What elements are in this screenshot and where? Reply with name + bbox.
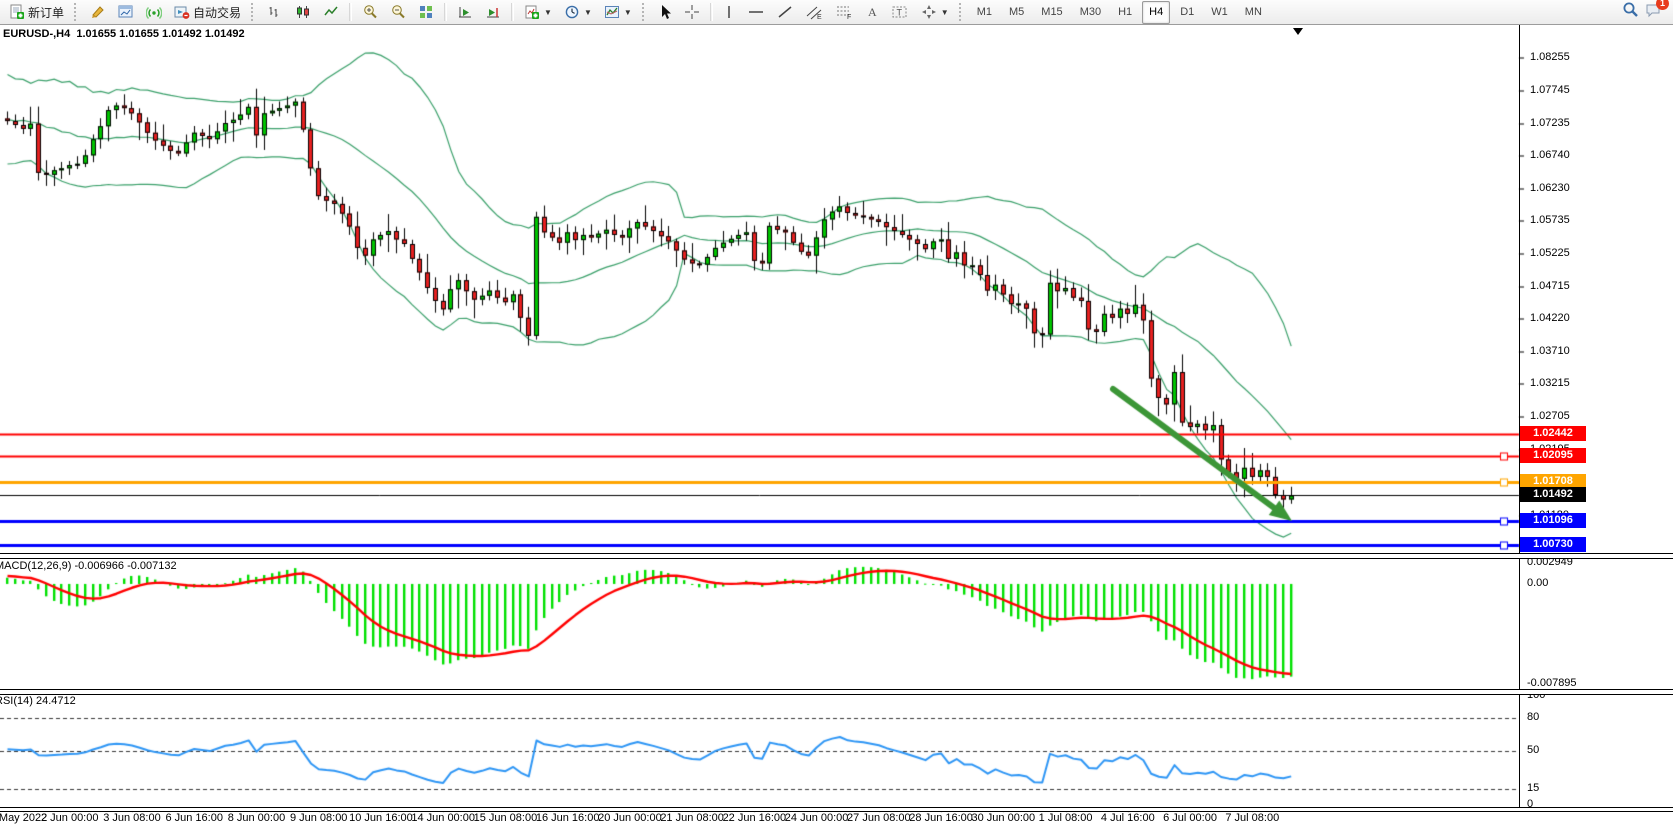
macd-label: MACD(12,26,9) -0.006966 -0.007132 (0, 560, 177, 572)
chart-canvas[interactable] (0, 0, 1673, 834)
time-axis-border (0, 807, 1673, 812)
mt4-window: 新订单 自动交易 (0, 0, 1673, 834)
rsi-label: RSI(14) 24.4712 (0, 695, 76, 707)
price-axis-tick: 1.03215 (1530, 377, 1570, 389)
macd-scale-zero: 0.00 (1527, 577, 1548, 589)
price-axis-tick: 1.02705 (1530, 410, 1570, 422)
price-axis-tick: 1.05225 (1530, 247, 1570, 259)
hline-price-label: 1.01708 (1520, 474, 1586, 489)
panel-separator[interactable] (0, 689, 1673, 695)
price-axis-tick: 1.04715 (1530, 280, 1570, 292)
chart-ohlc-values: 1.01655 1.01655 1.01492 1.01492 (76, 28, 244, 40)
hline-price-label: 1.02442 (1520, 426, 1586, 441)
chart-symbol-period: EURUSD-,H4 (3, 28, 70, 40)
current-price-label: 1.01492 (1520, 487, 1586, 502)
time-axis-label: 7 Jul 08:00 (1207, 812, 1297, 824)
price-axis-tick: 1.03710 (1530, 345, 1570, 357)
panel-separator[interactable] (0, 553, 1673, 559)
macd-scale-min: -0.007895 (1527, 677, 1577, 689)
rsi-scale-80: 80 (1527, 711, 1539, 723)
price-axis-tick: 1.06230 (1530, 182, 1570, 194)
price-axis-tick: 1.07235 (1530, 117, 1570, 129)
rsi-scale-15: 15 (1527, 782, 1539, 794)
hline-price-label: 1.01096 (1520, 513, 1586, 528)
scroll-end-marker-icon[interactable] (1293, 28, 1303, 35)
price-axis-tick: 1.08255 (1530, 51, 1570, 63)
hline-price-label: 1.00730 (1520, 537, 1586, 552)
price-axis-tick: 1.05735 (1530, 214, 1570, 226)
price-axis-tick: 1.07745 (1530, 84, 1570, 96)
price-axis-tick: 1.04220 (1530, 312, 1570, 324)
chart-title: EURUSD-,H4 1.01655 1.01655 1.01492 1.014… (3, 28, 245, 40)
hline-price-label: 1.02095 (1520, 448, 1586, 463)
price-axis-tick: 1.06740 (1530, 149, 1570, 161)
rsi-scale-50: 50 (1527, 744, 1539, 756)
